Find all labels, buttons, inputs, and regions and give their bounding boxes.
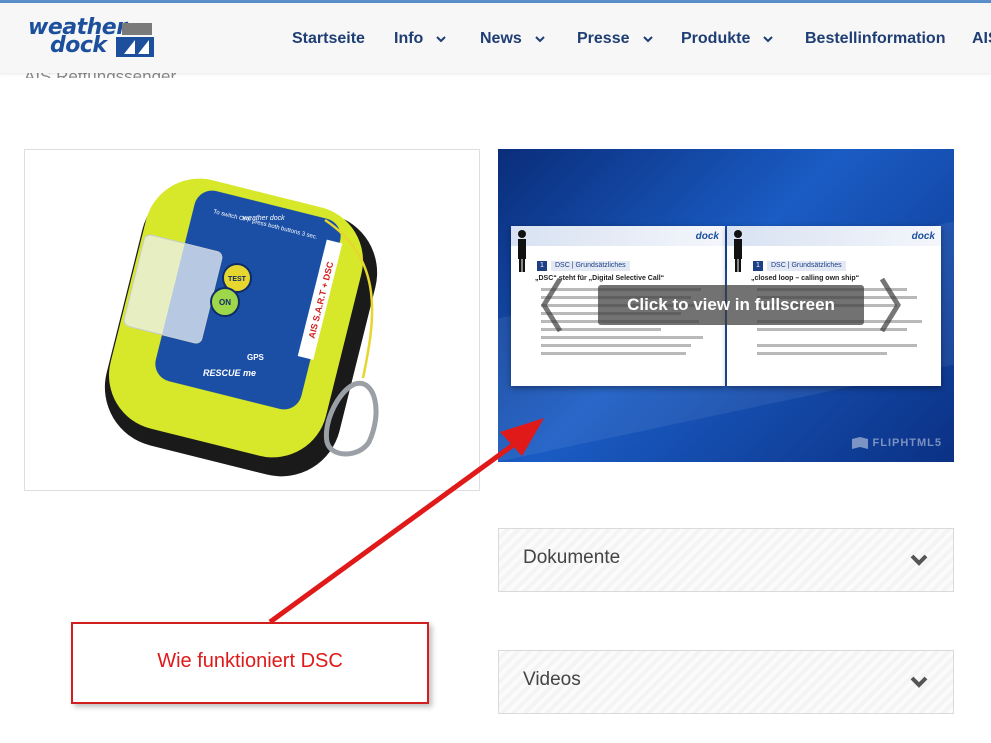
weatherdock-logo[interactable]: weather dock [26, 15, 156, 61]
logo-gray-block [122, 23, 152, 35]
nav-label: Produkte [681, 30, 751, 47]
annotation-text: Wie funktioniert DSC [157, 650, 343, 672]
page-section: DSC | Grundsätzliches [551, 261, 630, 271]
page-header-band [511, 226, 725, 246]
text-line [541, 336, 703, 339]
page-section: DSC | Grundsätzliches [767, 261, 846, 271]
nav-label: AIS [972, 30, 991, 47]
person-silhouette-icon [734, 230, 742, 272]
text-line [541, 352, 686, 355]
nav-label: Info [394, 30, 424, 47]
logo-text-bottom: dock [50, 33, 107, 58]
page-logo: dock [695, 231, 719, 242]
device-brand-label: weather dock [243, 215, 285, 222]
flipbook-viewer[interactable]: dock 1 DSC | Grundsätzliches „DSC“ steht… [498, 149, 954, 462]
nav-produkte[interactable]: Produkte [681, 30, 774, 48]
device-on-label: ON [219, 298, 231, 307]
nav-label: News [480, 30, 522, 47]
nav-label: Bestellinformation [805, 30, 946, 47]
site-header: weather dock Startseite Info News Presse… [0, 3, 991, 73]
page-number: 1 [537, 261, 547, 271]
annotation-callout-box: Wie funktioniert DSC [71, 622, 429, 704]
chevron-down-icon [763, 36, 774, 43]
device-test-label: TEST [228, 276, 247, 283]
text-line [541, 344, 691, 347]
logo-sail-icon [124, 40, 149, 54]
accordion-label: Videos [523, 669, 581, 690]
nav-startseite[interactable]: Startseite [292, 30, 365, 48]
device-model-label: RESCUE me [203, 368, 256, 378]
person-silhouette-icon [518, 230, 526, 272]
accordion-videos[interactable]: Videos [498, 650, 954, 714]
nav-ais[interactable]: AIS [972, 30, 991, 48]
nav-news[interactable]: News [480, 30, 546, 48]
device-gps-label: GPS [247, 353, 265, 362]
fliphtml5-watermark: FLIPHTML5 [851, 436, 943, 450]
page-header-band [727, 226, 941, 246]
chevron-down-icon [910, 554, 928, 566]
page-logo: dock [911, 231, 935, 242]
flipbook-prev-arrow-icon[interactable] [540, 275, 564, 335]
product-image[interactable]: TEST ON AIS S.A.R.T + DSC To switch OFF … [24, 149, 480, 491]
watermark-text: FLIPHTML5 [872, 437, 942, 449]
chevron-down-icon [436, 36, 447, 43]
chevron-down-icon [642, 36, 653, 43]
nav-presse[interactable]: Presse [577, 30, 654, 48]
ais-sart-device-image: TEST ON AIS S.A.R.T + DSC To switch OFF … [104, 178, 379, 477]
fliphtml5-logo-icon [851, 437, 868, 449]
accordion-dokumente[interactable]: Dokumente [498, 528, 954, 592]
nav-label: Presse [577, 30, 630, 47]
nav-info[interactable]: Info [394, 30, 447, 48]
text-line [757, 352, 887, 355]
chevron-down-icon [535, 36, 545, 43]
accordion-label: Dokumente [523, 547, 621, 568]
page-title: „closed loop – calling own ship“ [751, 275, 860, 282]
page-number: 1 [753, 261, 763, 271]
nav-bestellinformation[interactable]: Bestellinformation [805, 30, 945, 48]
fullscreen-overlay-button[interactable]: Click to view in fullscreen [598, 285, 864, 325]
chevron-down-icon [910, 676, 928, 688]
text-line [757, 344, 917, 347]
nav-label: Startseite [292, 30, 365, 47]
flipbook-next-arrow-icon[interactable] [878, 275, 902, 335]
